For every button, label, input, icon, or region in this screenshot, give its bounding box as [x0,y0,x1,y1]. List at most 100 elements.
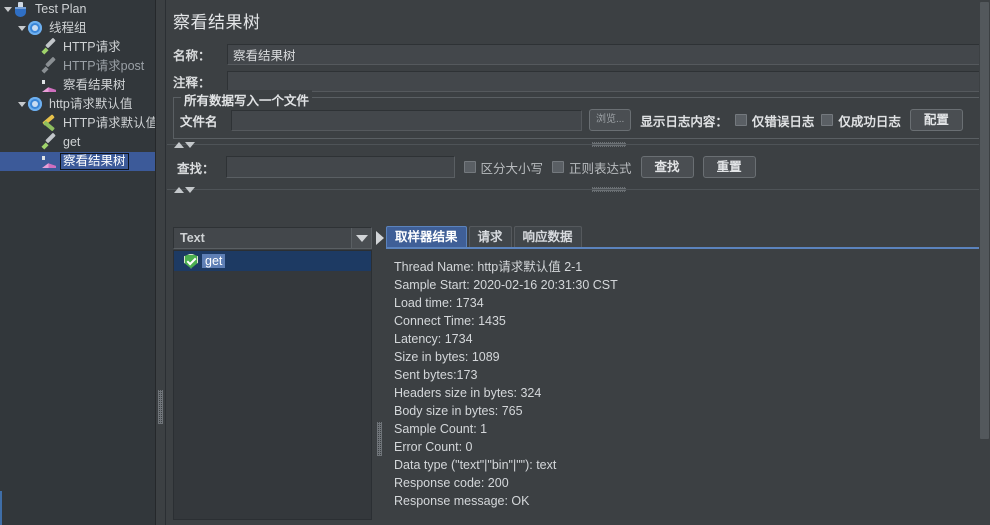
splitter-grip-handle[interactable] [158,390,163,424]
collapse-down-icon-2[interactable] [185,186,195,193]
write-all-data-groupbox: 所有数据写入一个文件 文件名 浏览... 显示日志内容： 仅错误日志 仅成功日志… [173,90,986,139]
left-accent-strip [0,491,2,525]
collapse-up-icon-2[interactable] [174,186,184,193]
chevron-down-icon [17,26,26,31]
errors-only-checkbox[interactable] [734,114,747,126]
find-button[interactable]: 查找 [640,156,694,178]
detail-line-0: Thread Name: http请求默认值 2-1 [394,260,583,274]
results-splitter-grip[interactable] [377,422,382,456]
renderer-selected-value: Text [180,231,205,245]
pencil-icon [41,134,58,151]
comment-label: 注释： [173,75,211,90]
tree-twisty-spacer [30,114,41,133]
tree-item-5[interactable]: http请求默认值 [0,95,155,114]
scrollbar-thumb[interactable] [980,2,989,439]
result-list-item[interactable]: get [174,251,371,271]
errors-only-checkbox-wrap[interactable]: 仅错误日志 [734,111,815,130]
renderer-dropdown-button[interactable] [351,228,371,248]
expand-collapse-chevron[interactable] [375,229,384,247]
regex-checkbox[interactable] [552,161,565,173]
result-tabs[interactable]: 取样器结果 请求 响应数据 [386,226,979,249]
regex-label: 正则表达式 [569,161,632,176]
horizontal-splitter-grip-2[interactable] [592,187,626,192]
case-sensitive-checkbox-wrap[interactable]: 区分大小写 [463,158,543,177]
tree-item-label: HTTP请求默认值 [63,116,156,130]
tree-item-7[interactable]: get [0,133,155,152]
horizontal-splitter-grip[interactable] [592,142,626,147]
main-vertical-splitter[interactable] [156,0,166,525]
errors-only-label: 仅错误日志 [751,114,815,129]
vertical-scrollbar[interactable] [979,0,990,525]
wrench-icon [41,115,58,132]
case-sensitive-checkbox[interactable] [463,161,476,173]
browse-button[interactable]: 浏览... [589,109,632,131]
tree-twisty-expanded-icon[interactable] [16,19,27,38]
log-display-label: 显示日志内容： [640,114,728,129]
successes-only-checkbox-wrap[interactable]: 仅成功日志 [821,111,901,130]
comment-row: 注释： [167,70,990,92]
comment-input[interactable] [227,70,988,92]
search-input[interactable] [225,156,455,178]
detail-line-1: Sample Start: 2020-02-16 20:31:30 CST [394,278,618,292]
detail-line-10: Error Count: 0 [394,440,473,454]
tree-item-label: 线程组 [49,21,87,35]
tree-twisty-spacer [30,57,41,76]
tree-item-2[interactable]: HTTP请求 [0,38,155,57]
tree-twisty-spacer [30,152,41,171]
tab-0[interactable]: 取样器结果 [386,226,467,247]
detail-line-3: Connect Time: 1435 [394,314,506,328]
chevron-down-icon [17,102,26,107]
flask-icon [13,1,30,18]
tree-item-4[interactable]: 察看结果树 [0,76,155,95]
collapse-handle-file-section[interactable] [167,139,990,150]
tree-item-6[interactable]: HTTP请求默认值 [0,114,155,133]
gear-icon [27,96,44,113]
reset-button[interactable]: 重置 [702,156,756,178]
tree-twisty-spacer [30,133,41,152]
regex-checkbox-wrap[interactable]: 正则表达式 [552,158,632,177]
test-plan-tree[interactable]: Test Plan 线程组 HTTP请求 HTTP请求post 察看结果树 http请求默… [0,0,156,525]
pencil-gray-icon [41,58,58,75]
results-area: Text get 取样器结果 请求 响应数据 Thread Name: http请求… [173,226,979,520]
successes-only-checkbox[interactable] [821,114,834,126]
gear-icon [27,20,44,37]
tree-item-0[interactable]: Test Plan [0,0,155,19]
sampler-results-list[interactable]: get [173,250,372,520]
filename-input[interactable] [231,109,582,131]
collapse-down-icon[interactable] [185,141,195,148]
detail-line-6: Sent bytes:173 [394,368,478,382]
results-vertical-splitter[interactable] [374,227,385,520]
tree-item-label: 察看结果树 [63,78,126,92]
tab-2[interactable]: 响应数据 [513,226,582,247]
sampler-result-text[interactable]: Thread Name: http请求默认值 2-1 Sample Start: … [386,251,979,520]
tree-item-label: http请求默认值 [49,97,133,111]
page-title: 察看结果树 [173,13,261,32]
search-row: 查找： 区分大小写 正则表达式 查找 重置 [167,150,990,184]
tree-item-label: get [63,135,81,149]
tab-1[interactable]: 请求 [468,226,512,247]
name-input[interactable] [227,43,988,65]
collapse-up-icon[interactable] [174,141,184,148]
chevron-right-icon [375,231,384,245]
collapse-handle-search-section[interactable] [167,184,990,195]
successes-only-label: 仅成功日志 [838,114,901,129]
chart-icon [41,77,58,94]
detail-line-8: Body size in bytes: 765 [394,404,523,418]
tree-twisty-spacer [30,76,41,95]
configure-button[interactable]: 配置 [909,109,963,131]
chart-icon [41,153,58,170]
tree-item-3[interactable]: HTTP请求post [0,57,155,76]
success-shield-icon [184,254,198,269]
tree-item-label: 察看结果树 [60,153,129,170]
results-detail-pane: 取样器结果 请求 响应数据 Thread Name: http请求默认值 2-1 Sa… [386,226,979,520]
name-row: 名称： [167,43,990,65]
detail-line-4: Latency: 1734 [394,332,473,346]
detail-line-5: Size in bytes: 1089 [394,350,500,364]
tree-item-1[interactable]: 线程组 [0,19,155,38]
tree-twisty-expanded-icon[interactable] [16,95,27,114]
renderer-dropdown[interactable]: Text [173,227,372,249]
tree-item-label: Test Plan [35,2,87,16]
detail-line-7: Headers size in bytes: 324 [394,386,542,400]
tree-twisty-expanded-icon[interactable] [2,0,13,19]
tree-item-8[interactable]: 察看结果树 [0,152,155,171]
